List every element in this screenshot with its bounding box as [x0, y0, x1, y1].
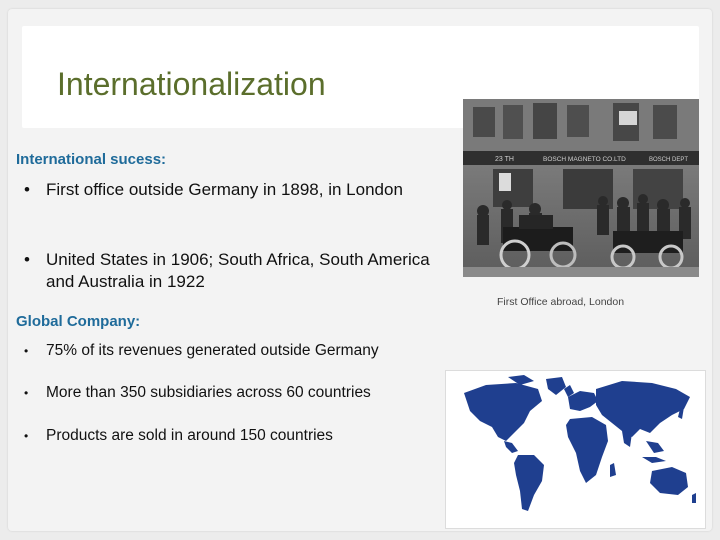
section-heading-global: Global Company: [16, 313, 141, 330]
section-heading-international: International sucess: [16, 151, 167, 168]
world-map-illustration [464, 375, 696, 511]
historic-office-photo: 23 TH BOSCH MAGNETO CO.LTD BOSCH DEPT [463, 99, 699, 277]
photo-illustration: 23 TH BOSCH MAGNETO CO.LTD BOSCH DEPT [463, 99, 699, 277]
bullet-text: First office outside Germany in 1898, in… [46, 180, 403, 199]
bullet-text: 75% of its revenues generated outside Ge… [46, 342, 379, 359]
bullet-item: • More than 350 subsidiaries across 60 c… [24, 383, 464, 403]
world-map-icon [445, 370, 706, 529]
bullet-marker: • [24, 250, 30, 269]
sign-left-text: 23 TH [495, 156, 514, 163]
bullet-item: • 75% of its revenues generated outside … [24, 341, 464, 361]
sign-right-text: BOSCH DEPT [649, 157, 688, 163]
photo-caption: First Office abroad, London [497, 296, 625, 308]
bullet-text: Products are sold in around 150 countrie… [46, 427, 333, 444]
bullet-text: More than 350 subsidiaries across 60 cou… [46, 384, 371, 401]
bullet-item: • United States in 1906; South Africa, S… [24, 249, 444, 293]
bullet-marker: • [24, 180, 30, 199]
bullet-marker: • [24, 429, 29, 443]
bullet-item: • First office outside Germany in 1898, … [24, 179, 444, 201]
bullet-marker: • [24, 386, 29, 400]
sign-center-text: BOSCH MAGNETO CO.LTD [543, 156, 626, 163]
bullet-item: • Products are sold in around 150 countr… [24, 426, 464, 446]
bullet-marker: • [24, 344, 29, 358]
bullet-text: United States in 1906; South Africa, Sou… [46, 250, 430, 291]
slide-title: Internationalization [57, 66, 326, 102]
